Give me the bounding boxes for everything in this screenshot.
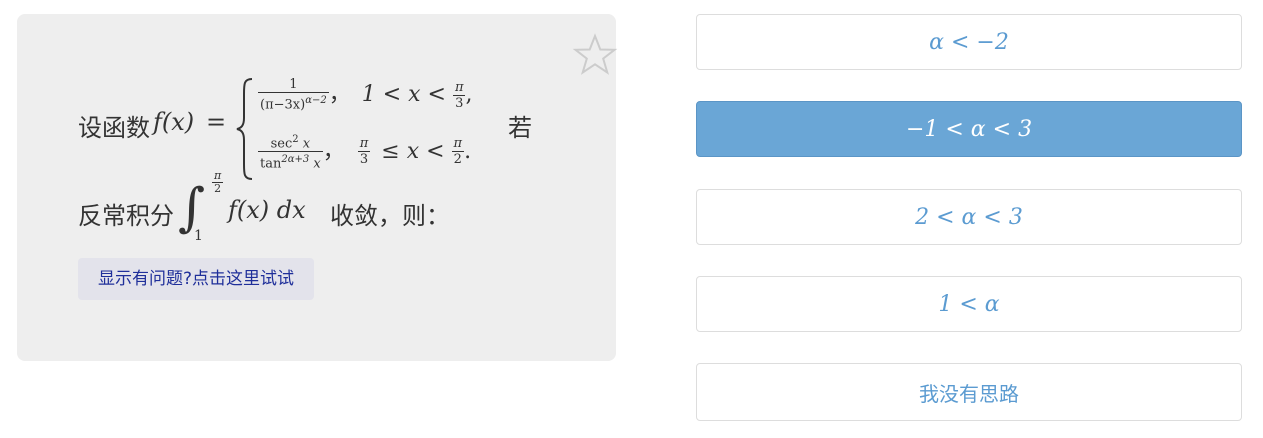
case1-bound: π 3 (453, 80, 466, 111)
option-no-idea[interactable]: 我没有思路 (696, 363, 1242, 421)
case-row-1: 1 (π−3x)α−2 ， 1 < x < π 3 , (258, 76, 473, 113)
case2-num-var: x (302, 136, 311, 152)
case1-denominator: (π−3x)α−2 (258, 92, 329, 113)
case2-den-var: x (313, 156, 321, 172)
case2-denominator: tan2α+3 x (258, 151, 323, 172)
case2-sec: sec (270, 136, 293, 152)
line2-prefix: 反常积分 (78, 202, 174, 230)
option-c-label: 2 < α < 3 (915, 204, 1023, 230)
option-a-label: α < −2 (929, 29, 1009, 55)
question-prefix: 设函数 (78, 114, 150, 142)
case2-fraction: sec2 x tan2α+3 x (258, 132, 323, 172)
integral-upper-num: π (214, 169, 222, 182)
case1-bound-den: 3 (453, 94, 466, 111)
option-b[interactable]: −1 < α < 3 (696, 101, 1242, 157)
case1-bound-num: π (454, 79, 464, 95)
case1-den-base: (π−3x) (260, 97, 306, 113)
option-d-label: 1 < α (938, 291, 1000, 317)
case2-upper: π 2 (451, 136, 465, 168)
case2-upper-den: 2 (451, 151, 464, 168)
case2-upper-num: π (453, 136, 463, 152)
case2-tan: tan (260, 156, 282, 172)
case2-lower-num: π (359, 136, 369, 152)
question-line-2: 反常积分 ∫ π 2 1 f(x) dx 收敛，则： (78, 170, 458, 262)
integrand: f(x) dx (228, 196, 306, 224)
case1-fraction: 1 (π−3x)α−2 (258, 77, 329, 113)
case2-sec-exp: 2 (292, 134, 299, 145)
option-no-idea-label: 我没有思路 (919, 381, 1019, 406)
integral-lower-limit: 1 (194, 228, 203, 244)
case2-condition: ≤ x < (381, 138, 445, 164)
case2-tail: . (464, 138, 472, 164)
line2-suffix: 收敛，则： (330, 202, 450, 230)
integral-upper-den: 2 (212, 182, 224, 195)
question-card: 设函数 f(x) = 1 (π−3x)α−2 ， 1 < x < π 3 , s… (17, 14, 618, 361)
case-row-2: sec2 x tan2α+3 x ， π 3 ≤ x < π 2 . (258, 132, 471, 172)
case1-numerator: 1 (289, 77, 298, 93)
case1-condition: 1 < x < (361, 82, 446, 107)
function-fx: f(x) (153, 108, 195, 136)
option-c[interactable]: 2 < α < 3 (696, 189, 1242, 245)
option-d[interactable]: 1 < α (696, 276, 1242, 332)
case1-tail: , (465, 82, 473, 107)
equals-sign: = (206, 108, 227, 136)
star-outline-icon[interactable] (572, 32, 618, 78)
left-brace-icon (236, 78, 253, 180)
question-line-1: 设函数 f(x) = 1 (π−3x)α−2 ， 1 < x < π 3 , s… (78, 76, 598, 186)
option-b-label: −1 < α < 3 (905, 116, 1033, 142)
case2-comma: ， (322, 138, 345, 164)
case1-comma: ， (328, 82, 351, 107)
case2-tan-exp: 2α+3 (281, 154, 310, 166)
case2-numerator: sec2 x (269, 132, 313, 151)
integral-upper-limit: π 2 (212, 169, 224, 195)
case1-den-exp: α−2 (305, 95, 327, 107)
option-a[interactable]: α < −2 (696, 14, 1242, 70)
display-problem-button[interactable]: 显示有问题?点击这里试试 (78, 258, 314, 300)
case2-lower-den: 3 (357, 151, 371, 168)
question-ruo: 若 (508, 114, 532, 142)
case2-lower: π 3 (357, 136, 371, 168)
